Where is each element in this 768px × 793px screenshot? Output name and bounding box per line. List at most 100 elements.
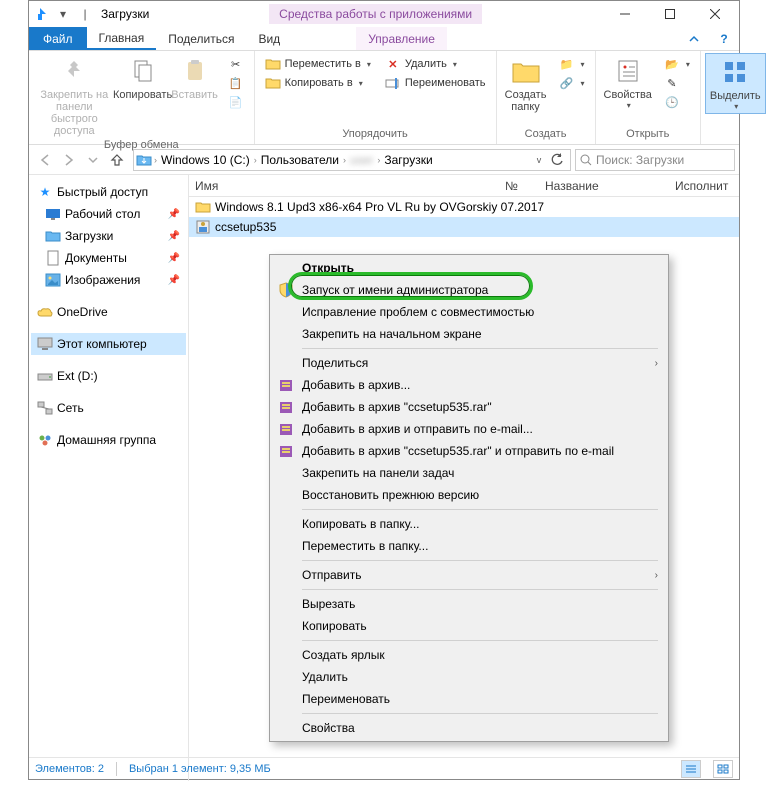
select-button[interactable]: Выделить▾	[705, 53, 766, 114]
properties-button[interactable]: Свойства▾	[600, 53, 656, 112]
help-button[interactable]: ?	[709, 27, 739, 50]
nav-downloads[interactable]: Загрузки📌	[31, 225, 186, 247]
qat-dropdown-icon[interactable]: ▾	[53, 4, 73, 24]
tab-manage[interactable]: Управление	[356, 27, 447, 50]
pc-icon	[37, 336, 53, 352]
cm-add-email[interactable]: Добавить в архив и отправить по e-mail..…	[272, 418, 666, 440]
search-icon	[580, 154, 592, 166]
col-artists[interactable]: Исполнит	[669, 179, 739, 193]
new-folder-button[interactable]: Создать папку	[501, 53, 551, 115]
cm-delete[interactable]: Удалить	[272, 666, 666, 688]
tab-share[interactable]: Поделиться	[156, 27, 246, 50]
file-row[interactable]: ccsetup535	[189, 217, 739, 237]
history-button[interactable]: 🕒	[660, 93, 694, 111]
search-input[interactable]: Поиск: Загрузки	[575, 149, 735, 171]
nav-network[interactable]: Сеть	[31, 397, 186, 419]
cm-add-archive[interactable]: Добавить в архив...	[272, 374, 666, 396]
move-to-button[interactable]: Переместить в▾	[261, 55, 375, 73]
open-button[interactable]: 📂▾	[660, 55, 694, 73]
cm-open[interactable]: Открыть	[272, 257, 666, 279]
select-icon	[719, 56, 751, 88]
path-icon: 📋	[228, 75, 244, 91]
cm-rename[interactable]: Переименовать	[272, 688, 666, 710]
thumb-view-button[interactable]	[713, 760, 733, 778]
nav-forward-button[interactable]	[57, 148, 81, 172]
details-view-button[interactable]	[681, 760, 701, 778]
chevron-right-icon[interactable]: ›	[375, 155, 382, 165]
delete-button[interactable]: ✕Удалить▾	[381, 55, 490, 73]
crumb-user[interactable]: user	[348, 153, 375, 167]
cm-cut[interactable]: Вырезать	[272, 593, 666, 615]
nav-up-button[interactable]	[105, 148, 129, 172]
cm-add-rar-email[interactable]: Добавить в архив "ccsetup535.rar" и отпр…	[272, 440, 666, 462]
window-controls	[602, 1, 737, 27]
pin-icon: 📌	[168, 231, 180, 242]
cm-add-rar[interactable]: Добавить в архив "ccsetup535.rar"	[272, 396, 666, 418]
delete-x-icon: ✕	[385, 56, 401, 72]
nav-history-button[interactable]	[81, 148, 105, 172]
minimize-button[interactable]	[602, 1, 647, 27]
crumb-users[interactable]: Пользователи	[259, 153, 341, 167]
nav-this-pc[interactable]: Этот компьютер	[31, 333, 186, 355]
breadcrumb-bar[interactable]: › Windows 10 (C:) › Пользователи › user …	[133, 149, 571, 171]
chevron-right-icon[interactable]: ›	[341, 155, 348, 165]
crumb-downloads[interactable]: Загрузки	[382, 153, 434, 167]
address-dropdown-icon[interactable]: v	[532, 155, 546, 165]
rename-button[interactable]: Переименовать	[381, 74, 490, 92]
installer-icon	[195, 219, 211, 235]
nav-ext-drive[interactable]: Ext (D:)	[31, 365, 186, 387]
cm-run-as-admin[interactable]: Запуск от имени администратора	[272, 279, 666, 301]
paste-icon	[179, 55, 211, 87]
chevron-right-icon[interactable]: ›	[252, 155, 259, 165]
col-num[interactable]: №	[499, 179, 539, 193]
winrar-icon	[276, 399, 296, 415]
nav-quick-access[interactable]: ★Быстрый доступ	[31, 181, 186, 203]
col-title[interactable]: Название	[539, 179, 669, 193]
cm-shortcut[interactable]: Создать ярлык	[272, 644, 666, 666]
cm-copy-to-folder[interactable]: Копировать в папку...	[272, 513, 666, 535]
cm-restore[interactable]: Восстановить прежнюю версию	[272, 484, 666, 506]
nav-onedrive[interactable]: OneDrive	[31, 301, 186, 323]
crumb-drive[interactable]: Windows 10 (C:)	[159, 153, 252, 167]
tab-file[interactable]: Файл	[29, 27, 87, 50]
nav-pictures[interactable]: Изображения📌	[31, 269, 186, 291]
cm-move-to-folder[interactable]: Переместить в папку...	[272, 535, 666, 557]
paste-button[interactable]: Вставить	[170, 53, 220, 103]
cm-pin-taskbar[interactable]: Закрепить на панели задач	[272, 462, 666, 484]
cm-properties[interactable]: Свойства	[272, 717, 666, 739]
nav-homegroup[interactable]: Домашняя группа	[31, 429, 186, 451]
tab-view[interactable]: Вид	[246, 27, 292, 50]
nav-back-button[interactable]	[33, 148, 57, 172]
close-button[interactable]	[692, 1, 737, 27]
cm-separator	[302, 560, 658, 561]
refresh-button[interactable]	[546, 153, 568, 167]
desktop-icon	[45, 206, 61, 222]
cm-share[interactable]: Поделиться›	[272, 352, 666, 374]
copy-button[interactable]: Копировать	[118, 53, 168, 103]
qat-separator-icon: |	[75, 4, 95, 24]
tab-home[interactable]: Главная	[87, 27, 157, 50]
cm-copy[interactable]: Копировать	[272, 615, 666, 637]
cm-pin-start[interactable]: Закрепить на начальном экране	[272, 323, 666, 345]
cm-send-to[interactable]: Отправить›	[272, 564, 666, 586]
chevron-right-icon: ›	[655, 570, 658, 581]
cm-compat[interactable]: Исправление проблем с совместимостью	[272, 301, 666, 323]
pin-quick-access-button[interactable]: Закрепить на панели быстрого доступа	[33, 53, 116, 139]
paste-shortcut-button[interactable]: 📄	[224, 93, 248, 111]
cut-small-button[interactable]: ✂	[224, 55, 248, 73]
col-name[interactable]: Имя	[189, 179, 499, 193]
shield-icon	[276, 282, 296, 298]
nav-desktop[interactable]: Рабочий стол📌	[31, 203, 186, 225]
copy-path-button[interactable]: 📋	[224, 74, 248, 92]
ribbon-group-new: Создать папку 📁▾ 🔗▾ Создать	[497, 51, 596, 144]
file-row[interactable]: Windows 8.1 Upd3 x86-x64 Pro VL Ru by OV…	[189, 197, 739, 217]
properties-icon	[612, 55, 644, 87]
copy-to-button[interactable]: Копировать в▾	[261, 74, 375, 92]
nav-documents[interactable]: Документы📌	[31, 247, 186, 269]
chevron-right-icon[interactable]: ›	[152, 155, 159, 165]
new-item-button[interactable]: 📁▾	[555, 55, 589, 73]
easy-access-button[interactable]: 🔗▾	[555, 74, 589, 92]
edit-button[interactable]: ✎	[660, 74, 694, 92]
ribbon-collapse-button[interactable]	[679, 27, 709, 50]
maximize-button[interactable]	[647, 1, 692, 27]
